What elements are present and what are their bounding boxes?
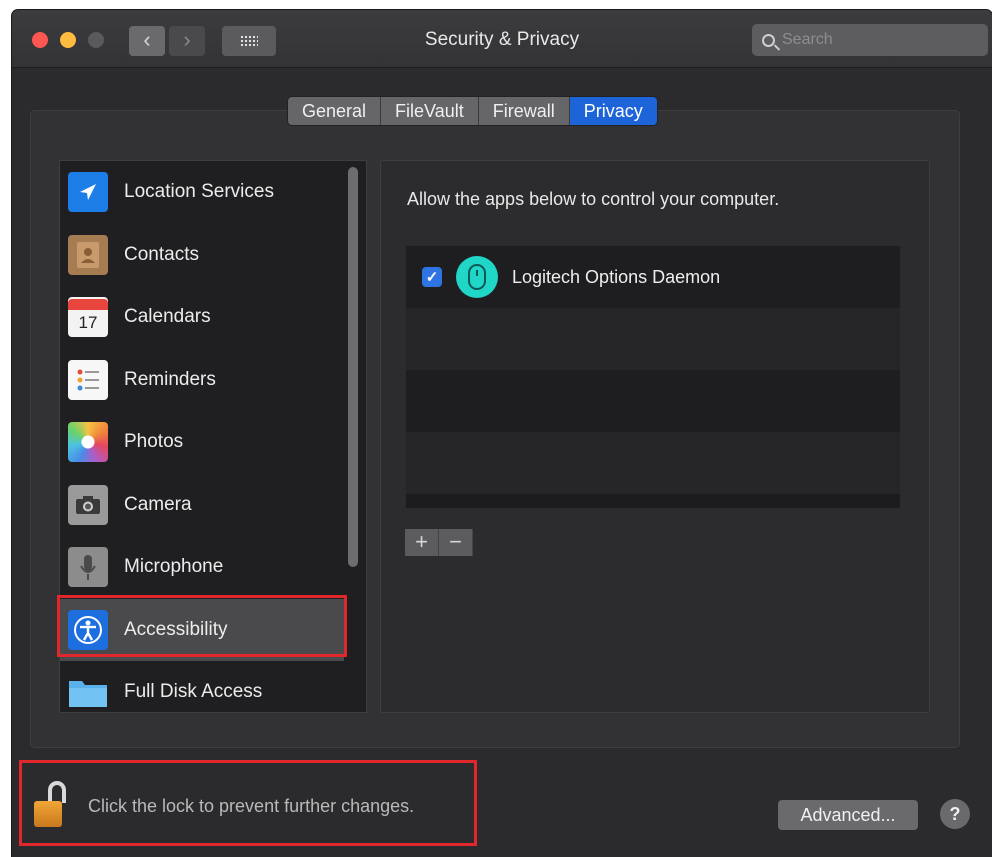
tab-firewall[interactable]: Firewall <box>478 97 570 125</box>
allowed-apps-list: ✓ Logitech Options Daemon <box>405 245 901 509</box>
padlock-shackle <box>48 781 66 803</box>
sidebar-item-full-disk-access[interactable]: Full Disk Access <box>60 661 344 712</box>
app-permission-checkbox[interactable]: ✓ <box>422 267 442 287</box>
tab-filevault[interactable]: FileVault <box>381 97 479 125</box>
sidebar-item-microphone[interactable]: Microphone <box>60 536 344 599</box>
lock-status-text: Click the lock to prevent further change… <box>88 795 415 816</box>
add-app-button[interactable]: + <box>405 529 439 556</box>
calendar-icon: 17 <box>68 297 108 338</box>
lock-control[interactable]: Click the lock to prevent further change… <box>34 778 474 834</box>
tab-general[interactable]: General <box>288 97 382 125</box>
sidebar-item-label: Calendars <box>124 306 211 328</box>
folder-icon <box>68 672 108 712</box>
sidebar-item-accessibility[interactable]: Accessibility <box>60 598 344 661</box>
mouse-glyph <box>468 264 486 290</box>
tab-bar: General FileVault Firewall Privacy <box>288 97 657 125</box>
help-button[interactable]: ? <box>940 799 970 829</box>
sidebar-scrollbar[interactable] <box>348 167 358 567</box>
contacts-book-icon <box>68 234 108 275</box>
add-remove-controls: + − <box>405 529 473 556</box>
unlocked-padlock-icon[interactable] <box>34 781 70 831</box>
logitech-mouse-icon <box>456 256 498 298</box>
location-arrow-icon <box>68 172 108 213</box>
microphone-icon <box>68 547 108 588</box>
sidebar-item-reminders[interactable]: Reminders <box>60 349 344 412</box>
sidebar-item-label: Microphone <box>124 556 224 578</box>
sidebar-item-camera[interactable]: Camera <box>60 474 344 537</box>
accessibility-icon <box>68 609 108 650</box>
list-item[interactable]: ✓ Logitech Options Daemon <box>406 246 900 308</box>
empty-row <box>406 370 900 432</box>
reminders-list-icon <box>68 359 108 400</box>
sidebar-item-photos[interactable]: Photos <box>60 411 344 474</box>
sidebar-item-label: Location Services <box>124 181 274 203</box>
privacy-detail-pane: Allow the apps below to control your com… <box>380 160 930 713</box>
app-name: Logitech Options Daemon <box>512 266 721 287</box>
photos-flower-icon <box>68 422 108 463</box>
sidebar-item-contacts[interactable]: Contacts <box>60 224 344 287</box>
sidebar-item-label: Camera <box>124 493 192 515</box>
calendar-header <box>68 298 108 310</box>
sidebar-item-label: Full Disk Access <box>124 681 263 703</box>
search-input[interactable] <box>782 31 962 49</box>
sidebar-item-label: Reminders <box>124 368 216 390</box>
camera-icon <box>68 484 108 525</box>
remove-app-button[interactable]: − <box>439 529 473 556</box>
tab-privacy[interactable]: Privacy <box>569 97 657 125</box>
search-field[interactable] <box>752 24 988 56</box>
advanced-button[interactable]: Advanced... <box>778 800 918 830</box>
title-bar: ‹ › Security & Privacy <box>12 10 992 68</box>
calendar-icon-date: 17 <box>78 312 98 332</box>
empty-row <box>406 432 900 494</box>
sidebar-item-label: Contacts <box>124 243 199 265</box>
sidebar-item-calendars[interactable]: 17 Calendars <box>60 286 344 349</box>
sidebar-item-label: Photos <box>124 431 184 453</box>
sidebar-item-location-services[interactable]: Location Services <box>60 161 344 224</box>
checkmark-icon: ✓ <box>425 269 439 286</box>
padlock-body <box>34 801 62 827</box>
empty-row <box>406 308 900 370</box>
sidebar-item-label: Accessibility <box>124 618 228 640</box>
permission-description: Allow the apps below to control your com… <box>407 189 780 209</box>
privacy-category-list: Location Services Contacts 17 Calendars … <box>59 160 367 713</box>
search-icon <box>762 33 775 47</box>
category-items: Location Services Contacts 17 Calendars … <box>60 161 344 712</box>
